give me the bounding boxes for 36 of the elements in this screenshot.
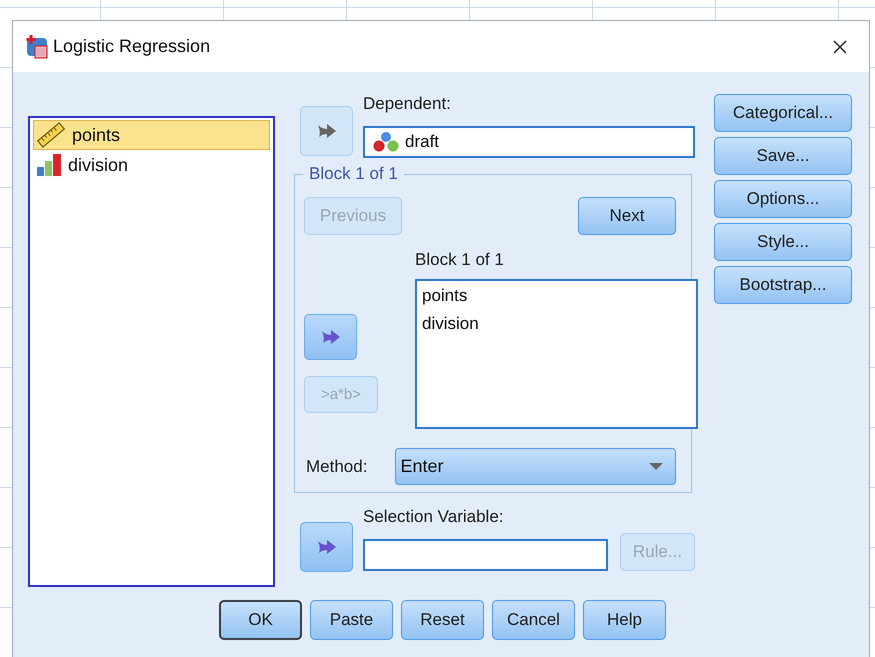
close-icon[interactable] <box>832 38 848 54</box>
variable-item[interactable]: division <box>33 150 270 180</box>
dependent-label: Dependent: <box>363 94 452 114</box>
arrow-icon <box>316 122 338 140</box>
action-button[interactable]: Paste <box>310 600 393 640</box>
dialog-option-button[interactable]: Options... <box>714 180 852 218</box>
dialog-option-button[interactable]: Style... <box>714 223 852 261</box>
covariates-label: Block 1 of 1 <box>415 250 505 270</box>
dialog-option-button[interactable]: Save... <box>714 137 852 175</box>
covariates-list[interactable]: points division <box>415 279 698 429</box>
app-icon <box>25 34 49 60</box>
dialog-option-button[interactable]: Categorical... <box>714 94 852 132</box>
covariate-item[interactable]: points <box>422 286 468 306</box>
move-arrow-button[interactable] <box>300 522 353 572</box>
dependent-field[interactable]: draft <box>363 126 695 158</box>
selection-variable-field[interactable] <box>363 539 608 571</box>
action-button[interactable]: Help <box>583 600 666 640</box>
action-button[interactable]: Cancel <box>492 600 575 640</box>
selection-variable-label: Selection Variable: <box>363 507 504 527</box>
next-button[interactable]: Next <box>578 197 676 235</box>
method-dropdown[interactable]: Enter <box>394 448 676 485</box>
method-label: Method: <box>305 456 368 476</box>
variable-list[interactable]: points division <box>28 116 275 587</box>
variable-name: points <box>72 124 120 146</box>
dependent-value: draft <box>405 132 440 152</box>
dialog-option-button[interactable]: Bootstrap... <box>714 266 852 304</box>
caret-icon <box>649 462 663 470</box>
move-arrow-button[interactable] <box>304 314 357 360</box>
arrow-icon <box>316 538 338 556</box>
variable-name: division <box>68 154 128 176</box>
window-title: Logistic Regression <box>53 36 210 57</box>
action-button[interactable]: Reset <box>401 600 484 640</box>
variable-item[interactable]: points <box>33 120 270 150</box>
covariate-item[interactable]: division <box>422 314 479 334</box>
action-button[interactable]: OK <box>219 600 302 640</box>
arrow-icon <box>320 328 342 346</box>
